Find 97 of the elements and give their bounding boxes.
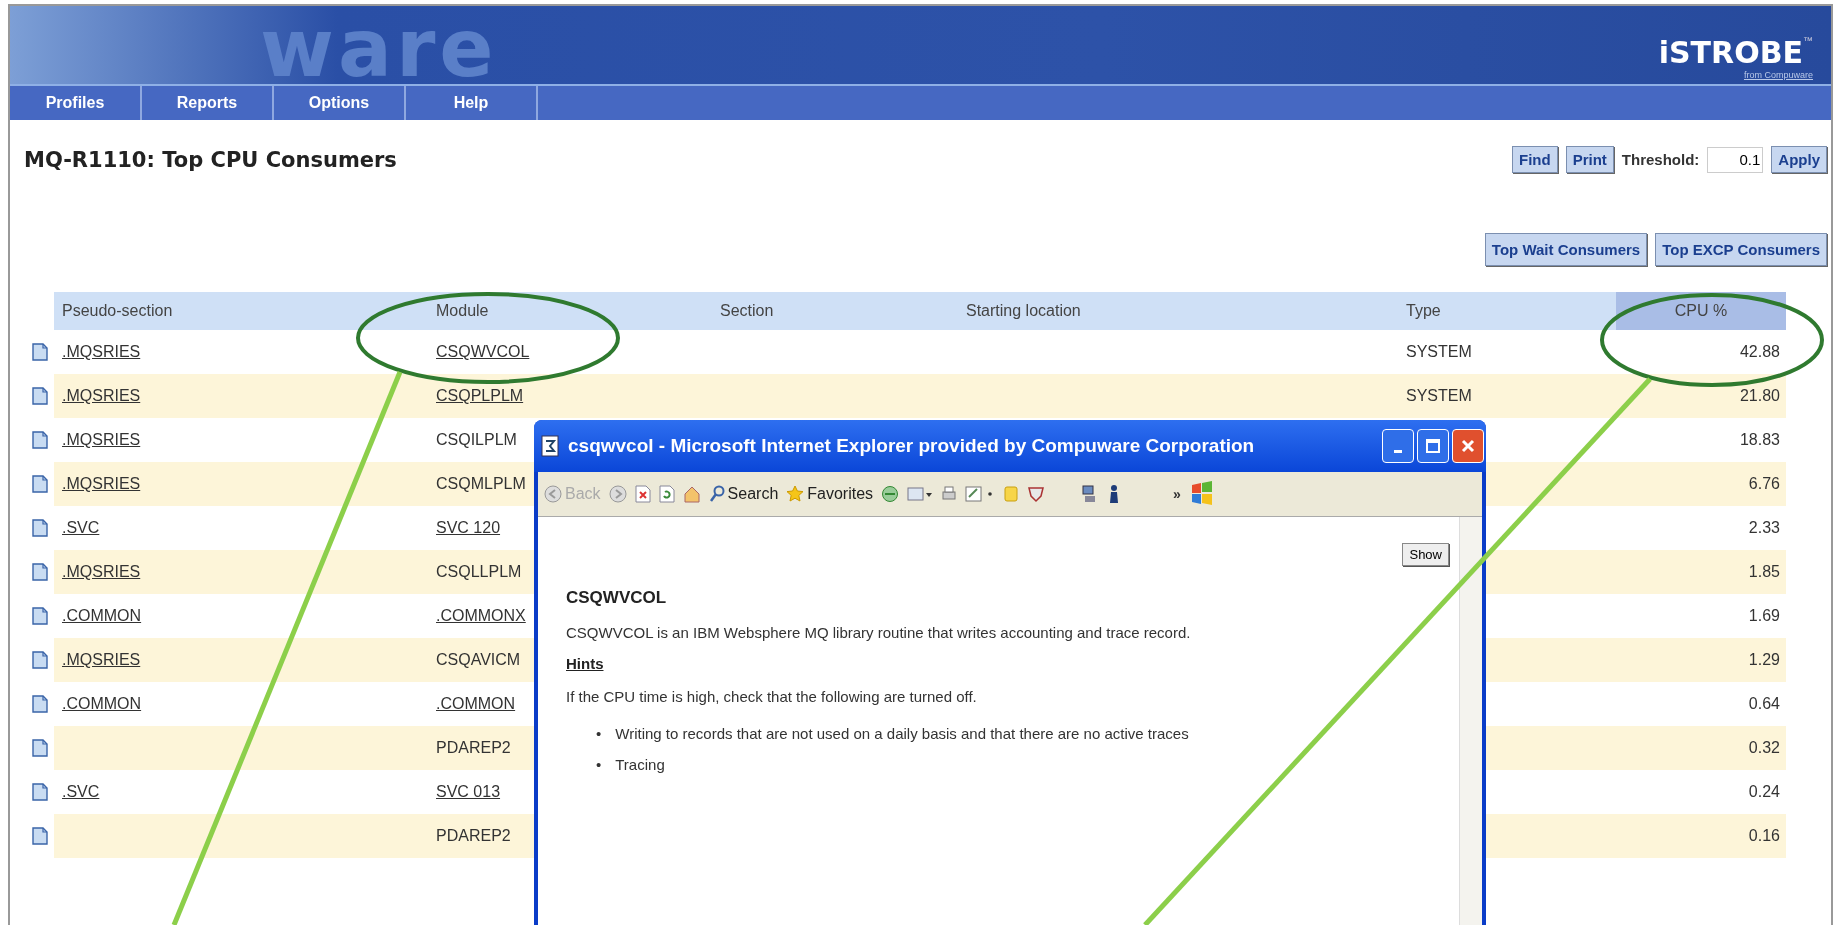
document-icon[interactable] <box>32 343 48 361</box>
module-cell: CSQMLPLM <box>436 475 526 492</box>
document-icon[interactable] <box>32 475 48 493</box>
bullet: • <box>596 725 602 742</box>
cpu-cell: 0.24 <box>1748 783 1780 800</box>
document-icon[interactable] <box>32 783 48 801</box>
minimize-button[interactable] <box>1382 429 1414 463</box>
cpu-cell: 1.69 <box>1748 607 1780 624</box>
module-cell: PDAREP2 <box>436 827 511 844</box>
module-description: CSQWVCOL is an IBM Websphere MQ library routine that writes accounting and trace record. <box>566 624 1192 641</box>
cpu-cell: 0.16 <box>1748 827 1780 844</box>
pseudo-section-link[interactable]: .COMMON <box>62 695 142 712</box>
search-button[interactable]: Search <box>708 485 779 503</box>
cpu-cell: 1.29 <box>1748 651 1780 668</box>
document-icon[interactable] <box>32 827 48 845</box>
type-cell: SYSTEM <box>1406 343 1472 360</box>
close-button[interactable] <box>1452 429 1484 463</box>
cpu-cell: 2.33 <box>1748 519 1780 536</box>
pseudo-section-link[interactable]: .MQSRIES <box>62 563 141 580</box>
module-link[interactable]: CSQPLPLM <box>436 387 524 404</box>
pseudo-section-link[interactable]: .MQSRIES <box>62 651 141 668</box>
report-button[interactable]: Top Wait Consumers <box>1484 233 1648 266</box>
cpu-cell: 6.76 <box>1748 475 1780 492</box>
brand-logo: iSTROBE <box>1658 35 1803 70</box>
page-icon <box>540 434 560 458</box>
cpu-cell: 0.32 <box>1748 739 1780 756</box>
pseudo-section-link[interactable]: .COMMON <box>62 607 142 624</box>
cpu-cell: 21.80 <box>1739 387 1780 404</box>
module-cell: PDAREP2 <box>436 739 511 756</box>
pseudo-section-link[interactable]: .MQSRIES <box>62 431 141 448</box>
cpu-cell: 18.83 <box>1739 431 1780 448</box>
scrollbar[interactable] <box>1459 517 1482 925</box>
document-icon[interactable] <box>32 695 48 713</box>
module-link[interactable]: .COMMON <box>436 695 516 712</box>
hints-heading: Hints <box>566 655 605 672</box>
back-icon <box>544 485 562 503</box>
cpu-cell: 0.64 <box>1748 695 1780 712</box>
menu-item[interactable]: Options <box>274 86 406 120</box>
shield-icon[interactable] <box>1027 485 1046 503</box>
module-cell: CSQLLPLM <box>436 563 522 580</box>
pseudo-section-link[interactable]: .MQSRIES <box>62 387 141 404</box>
column-header: Pseudo-section <box>54 292 428 330</box>
hint-item: Tracing <box>615 756 665 773</box>
menu-item[interactable]: Reports <box>142 86 274 120</box>
menu-item[interactable]: Profiles <box>10 86 142 120</box>
more-chevron[interactable]: » <box>1173 486 1181 502</box>
toolbar-button[interactable]: Print <box>1565 146 1614 173</box>
document-icon[interactable] <box>32 563 48 581</box>
refresh-icon[interactable] <box>658 485 675 503</box>
column-header: Module <box>428 292 712 330</box>
window-title: csqwvcol - Microsoft Internet Explorer provided by Compuware Corporation <box>568 435 1256 457</box>
star-icon <box>786 485 805 503</box>
maximize-icon <box>1425 438 1441 454</box>
cpu-cell: 42.88 <box>1739 343 1780 360</box>
printer-icon[interactable] <box>941 485 958 503</box>
favorites-button[interactable]: Favorites <box>786 485 874 503</box>
module-link[interactable]: CSQWVCOL <box>436 343 530 360</box>
type-cell: SYSTEM <box>1406 387 1472 404</box>
menu-item[interactable]: Help <box>406 86 538 120</box>
pseudo-section-link[interactable]: .SVC <box>62 783 100 800</box>
report-button[interactable]: Top EXCP Consumers <box>1655 233 1827 266</box>
threshold-field[interactable]: 0.1 <box>1707 146 1764 173</box>
stop-icon[interactable] <box>634 485 651 503</box>
cpu-cell: 1.85 <box>1748 563 1780 580</box>
column-header: Section <box>712 292 958 330</box>
hint-item: Writing to records that are not used on a daily basis and that there are no active traces <box>615 725 1189 742</box>
apply-button[interactable]: Apply <box>1771 146 1827 173</box>
home-icon[interactable] <box>682 485 701 503</box>
document-icon[interactable] <box>32 431 48 449</box>
show-button[interactable]: Show <box>1402 543 1449 566</box>
maximize-button[interactable] <box>1417 429 1449 463</box>
page-title: MQ-R1110: Top CPU Consumers <box>24 147 397 172</box>
toolbar-button[interactable]: Find <box>1512 146 1558 173</box>
pseudo-section-link[interactable]: .SVC <box>62 519 100 536</box>
close-icon <box>1460 438 1476 454</box>
module-cell: CSQAVICM <box>436 651 521 668</box>
document-icon[interactable] <box>32 607 48 625</box>
bullet: • <box>596 756 602 773</box>
module-link[interactable]: .COMMONX <box>436 607 526 624</box>
trademark: ™ <box>1803 35 1813 46</box>
module-link[interactable]: SVC 013 <box>436 783 501 800</box>
pseudo-section-link[interactable]: .MQSRIES <box>62 343 141 360</box>
module-heading: CSQWVCOL <box>566 588 668 608</box>
module-link[interactable]: SVC 120 <box>436 519 501 536</box>
document-icon[interactable] <box>32 739 48 757</box>
document-icon[interactable] <box>32 651 48 669</box>
document-icon[interactable] <box>32 387 48 405</box>
module-cell: CSQILPLM <box>436 431 517 448</box>
column-header: Starting location <box>958 292 1398 330</box>
search-icon <box>708 485 725 503</box>
pseudo-section-link[interactable]: .MQSRIES <box>62 475 141 492</box>
threshold-label: Threshold: <box>1621 151 1700 168</box>
column-header: Type <box>1398 292 1616 330</box>
hints-intro: If the CPU time is high, check that the following are turned off. <box>566 688 978 705</box>
minimize-icon <box>1394 449 1402 453</box>
document-icon[interactable] <box>32 519 48 537</box>
brand-subtitle: from Compuware <box>1743 70 1813 80</box>
